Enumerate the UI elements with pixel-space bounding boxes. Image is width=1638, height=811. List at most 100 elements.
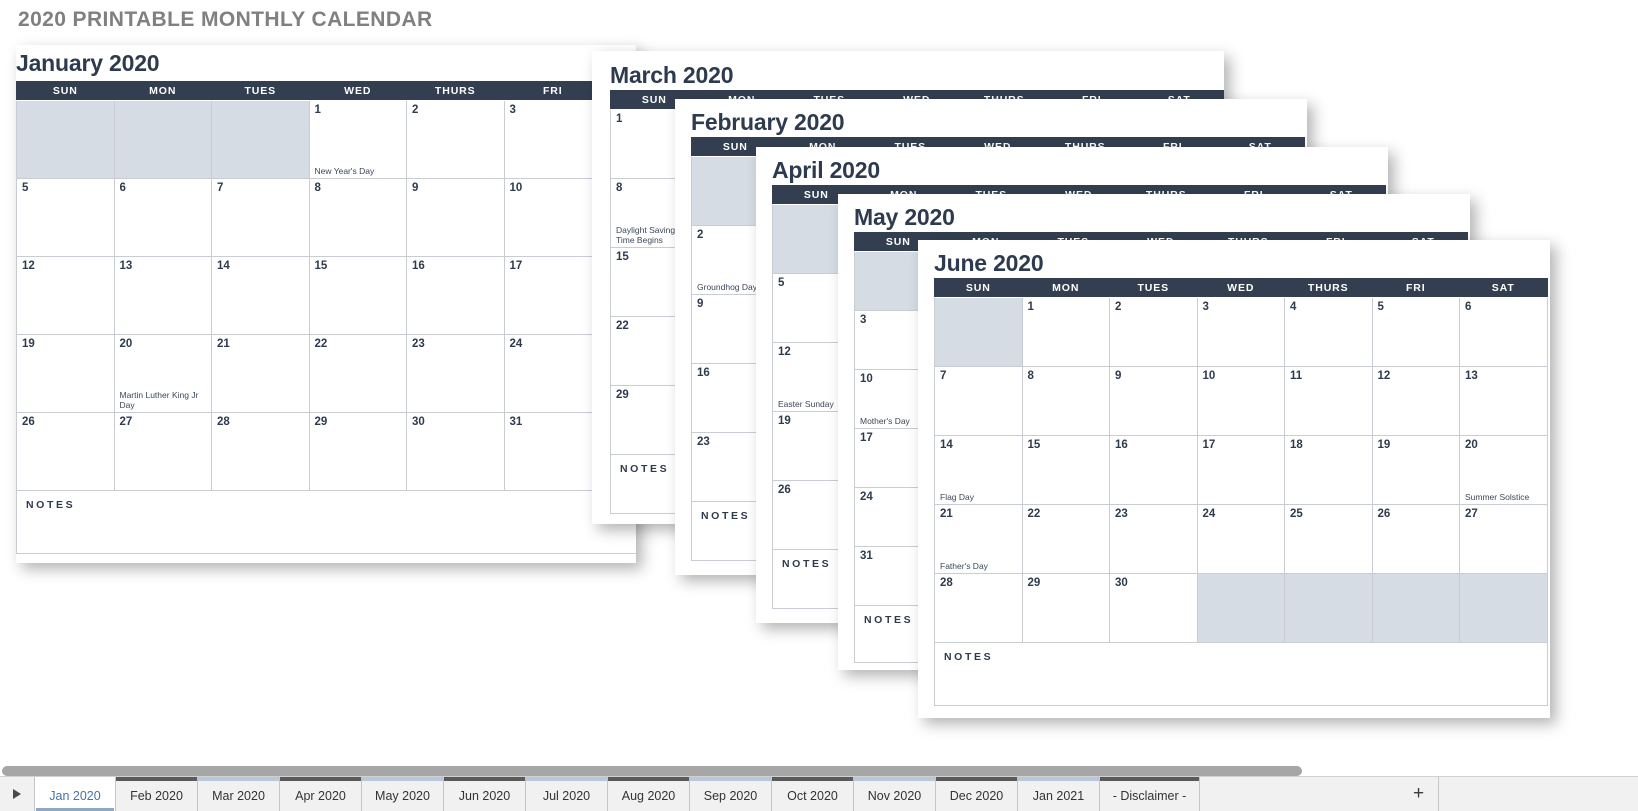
calendar-cell-day[interactable]: 30	[406, 412, 505, 491]
calendar-sheet-jan[interactable]: January 2020 SUNMONTUESWEDTHURSFRISAT 1 New…	[16, 45, 636, 563]
calendar-cell-day[interactable]: 20 Summer Solstice	[1459, 435, 1548, 505]
calendar-cell-day[interactable]: 30	[1109, 573, 1198, 643]
calendar-cell-day[interactable]: 17	[503, 256, 602, 335]
calendar-cell-day[interactable]: 9	[406, 178, 505, 257]
calendar-cell-day[interactable]: 1 New Year's Day	[308, 100, 407, 179]
calendar-cell-day[interactable]: 31	[503, 412, 602, 491]
calendar-cell-day[interactable]: 20 Martin Luther King Jr Day	[113, 334, 212, 413]
notes-row[interactable]: NOTES	[934, 642, 1548, 706]
sheet-tab-sep-2020[interactable]: Sep 2020	[690, 777, 772, 811]
calendar-cell-day[interactable]: 27	[1459, 504, 1548, 574]
weekday-header-wed: WED	[1196, 278, 1285, 298]
calendar-cell-day[interactable]: 10	[503, 178, 602, 257]
calendar-cell-day[interactable]: 7	[211, 178, 310, 257]
calendar-cell-day[interactable]: 26	[16, 412, 115, 491]
sheet-tab-feb-2020[interactable]: Feb 2020	[116, 777, 198, 811]
calendar-cell-empty[interactable]	[113, 100, 212, 179]
calendar-cell-day[interactable]: 14 Flag Day	[934, 435, 1023, 505]
calendar-week-row: 14 Flag Day 15 16 17 18 19 20 Summer Solstice	[934, 435, 1548, 505]
calendar-cell-empty[interactable]	[16, 100, 115, 179]
calendar-cell-day[interactable]: 19	[1371, 435, 1460, 505]
calendar-cell-day[interactable]: 23	[406, 334, 505, 413]
notes-row[interactable]: NOTES	[16, 490, 636, 554]
calendar-cell-day[interactable]: 22	[1021, 504, 1110, 574]
day-number: 22	[616, 320, 629, 332]
sheet-tab-jul-2020[interactable]: Jul 2020	[526, 777, 608, 811]
calendar-cell-day[interactable]: 8	[1021, 366, 1110, 436]
calendar-cell-day[interactable]: 18	[1284, 435, 1373, 505]
calendar-cell-day[interactable]: 25	[1284, 504, 1373, 574]
calendar-cell-day[interactable]: 24	[503, 334, 602, 413]
weekday-header-sun: SUN	[934, 278, 1023, 298]
calendar-cell-day[interactable]: 12	[16, 256, 115, 335]
calendar-cell-day[interactable]: 29	[308, 412, 407, 491]
calendar-cell-day[interactable]: 17	[1196, 435, 1285, 505]
sheet-tab-jun-2020[interactable]: Jun 2020	[444, 777, 526, 811]
sheet-tab-jan-2020[interactable]: Jan 2020	[34, 777, 116, 811]
calendar-cell-day[interactable]: 15	[1021, 435, 1110, 505]
weekday-header-fri: FRI	[1371, 278, 1460, 298]
calendar-cell-day[interactable]: 19	[16, 334, 115, 413]
calendar-cell-day[interactable]: 9	[1109, 366, 1198, 436]
calendar-cell-day[interactable]: 6	[113, 178, 212, 257]
calendar-cell-day[interactable]: 23	[1109, 504, 1198, 574]
calendar-sheet-jun[interactable]: June 2020 SUN MON TUES WED THURS FRI SAT 1 2 3 4 5 6 7…	[918, 240, 1550, 718]
day-number: 10	[860, 373, 873, 385]
day-number: 22	[1027, 508, 1041, 520]
calendar-cell-day[interactable]: 28	[211, 412, 310, 491]
calendar-cell-day[interactable]: 28	[934, 573, 1023, 643]
calendar-cell-day[interactable]: 24	[1196, 504, 1285, 574]
notes-label: NOTES	[620, 463, 670, 475]
add-sheet-button[interactable]: +	[1399, 777, 1439, 811]
sheet-tab-oct-2020[interactable]: Oct 2020	[772, 777, 854, 811]
calendar-cell-day[interactable]: 8	[308, 178, 407, 257]
calendar-cell-day[interactable]: 22	[308, 334, 407, 413]
horizontal-scrollbar-thumb[interactable]	[2, 766, 1302, 776]
sheet-tab-label: - Disclaimer -	[1112, 788, 1187, 803]
sheet-tab-aug-2020[interactable]: Aug 2020	[608, 777, 690, 811]
sheet-tab-dec-2020[interactable]: Dec 2020	[936, 777, 1018, 811]
calendar-cell-day[interactable]: 1	[1021, 297, 1110, 367]
calendar-cell-day[interactable]: 26	[1371, 504, 1460, 574]
calendar-cell-day[interactable]: 21	[211, 334, 310, 413]
sheet-tab-apr-2020[interactable]: Apr 2020	[280, 777, 362, 811]
calendar-cell-day[interactable]: 13	[1459, 366, 1548, 436]
calendar-cell-day[interactable]: 5	[16, 178, 115, 257]
calendar-cell-day[interactable]: 13	[113, 256, 212, 335]
calendar-cell-empty[interactable]	[1284, 573, 1373, 643]
calendar-cell-empty[interactable]	[1196, 573, 1285, 643]
calendar-cell-day[interactable]: 4	[1284, 297, 1373, 367]
calendar-cell-day[interactable]: 16	[1109, 435, 1198, 505]
calendar-cell-day[interactable]: 2	[1109, 297, 1198, 367]
calendar-cell-day[interactable]: 12	[1371, 366, 1460, 436]
notes-cell[interactable]: NOTES	[934, 642, 1548, 706]
tab-nav-next-button[interactable]	[0, 777, 34, 811]
calendar-cell-day[interactable]: 15	[308, 256, 407, 335]
calendar-cell-empty[interactable]	[1459, 573, 1548, 643]
notes-cell[interactable]: NOTES	[16, 490, 636, 554]
calendar-week-row: 567891011	[16, 178, 636, 257]
calendar-cell-day[interactable]: 16	[406, 256, 505, 335]
calendar-cell-day[interactable]: 27	[113, 412, 212, 491]
sheet-tab-mar-2020[interactable]: Mar 2020	[198, 777, 280, 811]
calendar-cell-day[interactable]: 21 Father's Day	[934, 504, 1023, 574]
calendar-cell-day[interactable]: 6	[1459, 297, 1548, 367]
calendar-cell-empty[interactable]	[211, 100, 310, 179]
calendar-cell-day[interactable]: 10	[1196, 366, 1285, 436]
calendar-cell-day[interactable]: 3	[503, 100, 602, 179]
calendar-cell-day[interactable]: 14	[211, 256, 310, 335]
calendar-cell-day[interactable]: 7	[934, 366, 1023, 436]
sheet-tab-nov-2020[interactable]: Nov 2020	[854, 777, 936, 811]
calendar-cell-day[interactable]: 5	[1371, 297, 1460, 367]
calendar-cell-day[interactable]: 29	[1021, 573, 1110, 643]
sheet-tab-may-2020[interactable]: May 2020	[362, 777, 444, 811]
calendar-cell-empty[interactable]	[934, 297, 1023, 367]
sheet-tab-disclaimer[interactable]: - Disclaimer -	[1100, 777, 1200, 811]
calendar-cell-day[interactable]: 11	[1284, 366, 1373, 436]
sheet-tab-jan-2021[interactable]: Jan 2021	[1018, 777, 1100, 811]
day-number: 16	[1115, 439, 1128, 451]
calendar-cell-day[interactable]: 2	[406, 100, 505, 179]
calendar-cell-day[interactable]: 3	[1196, 297, 1285, 367]
calendar-cell-empty[interactable]	[1371, 573, 1460, 643]
day-number: 26	[1377, 508, 1391, 520]
